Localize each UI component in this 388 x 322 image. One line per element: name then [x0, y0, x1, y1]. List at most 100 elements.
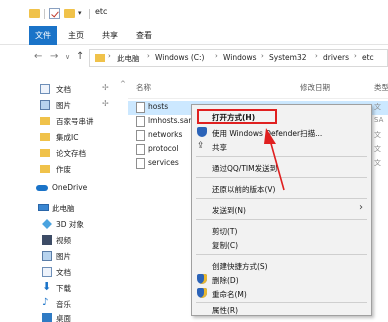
computer-icon [38, 204, 49, 211]
forward-arrow-icon[interactable]: → [50, 51, 58, 62]
menu-item-send-to[interactable]: 发送到(N) › [192, 201, 371, 217]
breadcrumb-c-drive[interactable]: Windows (C:) [155, 53, 204, 62]
nav-label: 3D 对象 [56, 220, 84, 229]
nav-label: 视频 [56, 236, 71, 245]
menu-label: 共享 [212, 143, 227, 152]
desktop-icon [42, 313, 52, 322]
tab-file[interactable]: 文件 [29, 26, 57, 45]
nav-item-this-pc[interactable]: 此电脑 [0, 200, 128, 216]
picture-icon [42, 251, 52, 261]
file-type: 文 [374, 159, 381, 167]
file-type: SA [374, 116, 384, 124]
nav-item-pictures[interactable]: 图片 [0, 248, 128, 264]
nav-item-folder[interactable]: 百家号串讲 [0, 113, 128, 129]
folder-icon [40, 165, 50, 173]
shield-icon [197, 127, 207, 137]
nav-label: 百家号串讲 [56, 117, 94, 126]
picture-icon [40, 100, 50, 110]
document-icon [40, 84, 50, 94]
chevron-right-icon: › [359, 202, 363, 213]
nav-item-documents[interactable]: 文档 [0, 264, 128, 280]
nav-item-downloads[interactable]: ⬇ 下载 [0, 280, 128, 296]
nav-label: 文档 [56, 85, 71, 94]
new-folder-quick-icon[interactable] [64, 9, 75, 18]
column-header-type[interactable]: 类型 [374, 82, 388, 93]
music-icon: ♪ [42, 297, 49, 308]
address-row: ← → ∨ ↑ › 此电脑 › Windows (C:) › Windows ›… [0, 46, 388, 70]
nav-item-3d-objects[interactable]: 3D 对象 [0, 216, 128, 232]
address-bar[interactable]: › 此电脑 › Windows (C:) › Windows › System3… [89, 49, 388, 67]
menu-item-restore-versions[interactable]: 还原以前的版本(V) [192, 180, 371, 196]
recent-dropdown-icon[interactable]: ∨ [65, 53, 70, 61]
properties-quick-icon[interactable] [49, 8, 60, 19]
chevron-right-icon: › [108, 52, 111, 60]
uac-shield-icon [197, 274, 207, 284]
nav-label: 集成IC [56, 133, 79, 142]
menu-divider [196, 156, 367, 157]
nav-item-documents[interactable]: 文档 ✢ [0, 81, 128, 97]
nav-item-pictures[interactable]: 图片 ✢ [0, 97, 128, 113]
scroll-up-icon[interactable]: ^ [120, 80, 126, 88]
file-type: 文 [374, 145, 381, 153]
breadcrumb-windows[interactable]: Windows [223, 53, 256, 62]
file-name: networks [148, 130, 183, 139]
file-type: 文 [374, 103, 381, 111]
menu-divider [196, 177, 367, 178]
menu-label: 属性(R) [212, 306, 239, 315]
file-name: hosts [148, 102, 169, 111]
file-name: protocol [148, 144, 179, 153]
nav-label: 音乐 [56, 300, 71, 309]
nav-item-onedrive[interactable]: OneDrive [0, 180, 128, 196]
menu-item-send-qq[interactable]: 通过QQ/TIM发送到 [192, 159, 371, 175]
breadcrumb-etc[interactable]: etc [362, 53, 374, 62]
menu-item-share[interactable]: ⇪ 共享 [192, 138, 371, 154]
nav-item-folder[interactable]: 作废 [0, 161, 128, 177]
menu-divider [196, 219, 367, 220]
column-header-date[interactable]: 修改日期 [300, 82, 330, 93]
file-icon [136, 144, 145, 155]
tab-view[interactable]: 查看 [130, 26, 158, 45]
nav-label: 下载 [56, 284, 71, 293]
file-icon [136, 130, 145, 141]
cube-icon [42, 219, 52, 229]
column-header-name[interactable]: 名称 [136, 82, 151, 93]
file-icon [136, 102, 145, 113]
menu-item-open-with[interactable]: 打开方式(H) [192, 108, 371, 124]
nav-label: 论文存档 [56, 149, 86, 158]
divider [44, 9, 45, 19]
chevron-right-icon: › [215, 52, 218, 60]
download-icon: ⬇ [42, 280, 52, 293]
folder-icon [40, 149, 50, 157]
window-title: etc [95, 7, 108, 16]
quick-access-dropdown-icon[interactable]: ▾ [78, 9, 82, 17]
navigation-pane: 文档 ✢ 图片 ✢ 百家号串讲 集成IC 论文存档 作废 OneDrive 此电… [0, 72, 128, 322]
menu-label: 复制(C) [212, 241, 239, 250]
title-bar: ▾ etc [0, 0, 388, 26]
breadcrumb-system32[interactable]: System32 [269, 53, 307, 62]
folder-icon [29, 9, 40, 18]
chevron-right-icon: › [315, 52, 318, 60]
breadcrumb-pc[interactable]: 此电脑 [117, 53, 140, 64]
nav-item-desktop[interactable]: 桌面 [0, 310, 128, 322]
menu-item-rename[interactable]: 重命名(M) [192, 285, 371, 301]
tab-home[interactable]: 主页 [62, 26, 90, 45]
file-type: 文 [374, 131, 381, 139]
back-arrow-icon[interactable]: ← [34, 51, 42, 62]
tab-share[interactable]: 共享 [96, 26, 124, 45]
pin-icon[interactable]: ✢ [102, 99, 109, 108]
nav-item-folder[interactable]: 集成IC [0, 129, 128, 145]
video-icon [42, 235, 52, 245]
folder-icon [95, 54, 105, 62]
pin-icon[interactable]: ✢ [102, 83, 109, 92]
menu-item-properties[interactable]: 属性(R) [192, 300, 371, 316]
nav-label: 桌面 [56, 314, 71, 322]
breadcrumb-drivers[interactable]: drivers [323, 53, 349, 62]
share-icon: ⇪ [197, 141, 205, 151]
menu-item-copy[interactable]: 复制(C) [192, 236, 371, 252]
ribbon-tabs: 文件 主页 共享 查看 [0, 26, 388, 45]
menu-divider [196, 254, 367, 255]
nav-item-folder[interactable]: 论文存档 [0, 145, 128, 161]
up-arrow-icon[interactable]: ↑ [76, 51, 84, 62]
nav-item-videos[interactable]: 视频 [0, 232, 128, 248]
menu-label: 通过QQ/TIM发送到 [212, 164, 278, 173]
